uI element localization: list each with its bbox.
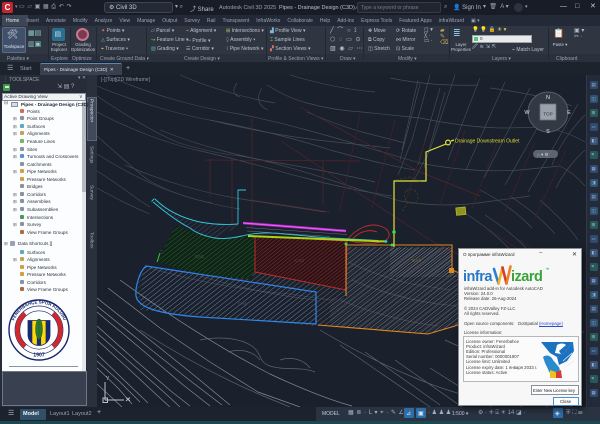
svg-text:izard: izard bbox=[511, 269, 542, 285]
svg-text:E: E bbox=[567, 110, 571, 116]
svg-text:1907: 1907 bbox=[33, 353, 45, 359]
svg-text:S: S bbox=[546, 129, 550, 135]
svg-text:CA3: CA3 bbox=[412, 258, 421, 263]
svg-text:N: N bbox=[546, 95, 550, 101]
svg-text:W: W bbox=[524, 110, 530, 116]
svg-text:™: ™ bbox=[545, 267, 550, 272]
svg-text:CA1: CA1 bbox=[195, 254, 204, 259]
svg-text:CA2: CA2 bbox=[295, 258, 304, 263]
svg-text:CA4: CA4 bbox=[238, 301, 247, 306]
svg-text:⌂ ▾ ⚙: ⌂ ▾ ⚙ bbox=[537, 152, 549, 157]
svg-text:Drainage Downstream Outlet: Drainage Downstream Outlet bbox=[455, 139, 520, 145]
svg-text:infra: infra bbox=[463, 269, 493, 285]
svg-text:TOP: TOP bbox=[543, 112, 552, 117]
